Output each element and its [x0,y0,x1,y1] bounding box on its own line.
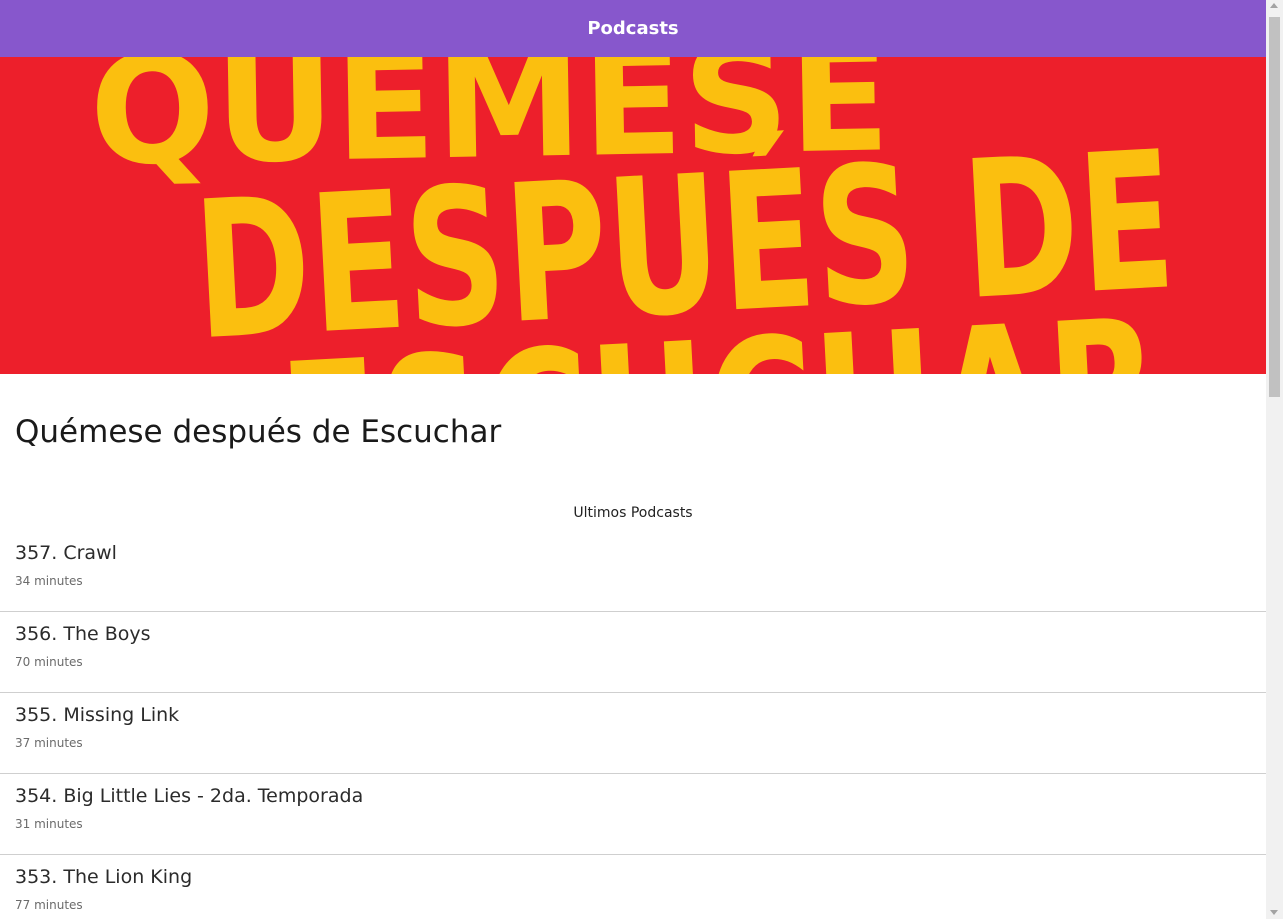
podcast-cover-artwork: QUÉMESE DESPUÉS DE ESCUCHAR [88,57,1179,374]
episode-duration: 70 minutes [15,655,83,669]
page: Podcasts QUÉMESE DESPUÉS DE ESCUCHAR Qué… [0,0,1266,919]
scrollbar-thumb[interactable] [1269,17,1280,397]
episode-item[interactable]: 355. Missing Link 37 minutes [0,693,1266,774]
episode-list: 357. Crawl 34 minutes 356. The Boys 70 m… [0,531,1266,919]
episode-item[interactable]: 357. Crawl 34 minutes [0,531,1266,612]
podcast-title: Quémese después de Escuchar [15,414,502,450]
podcast-cover-banner: QUÉMESE DESPUÉS DE ESCUCHAR [0,57,1266,374]
episode-title: 357. Crawl [15,542,117,564]
episode-duration: 77 minutes [15,898,83,912]
episode-duration: 31 minutes [15,817,83,831]
episode-title: 356. The Boys [15,623,151,645]
scroll-down-arrow-icon[interactable] [1270,910,1278,915]
episode-item[interactable]: 353. The Lion King 77 minutes [0,855,1266,919]
vertical-scrollbar[interactable] [1266,0,1283,919]
episode-title: 353. The Lion King [15,866,193,888]
episode-title: 354. Big Little Lies - 2da. Temporada [15,785,364,807]
top-app-bar: Podcasts [0,0,1266,57]
latest-podcasts-label: Ultimos Podcasts [573,505,693,521]
app-bar-title: Podcasts [587,18,679,39]
scroll-up-arrow-icon[interactable] [1270,3,1278,8]
episode-item[interactable]: 354. Big Little Lies - 2da. Temporada 31… [0,774,1266,855]
episode-duration: 34 minutes [15,574,83,588]
episode-duration: 37 minutes [15,736,83,750]
episode-item[interactable]: 356. The Boys 70 minutes [0,612,1266,693]
episode-title: 355. Missing Link [15,704,180,726]
